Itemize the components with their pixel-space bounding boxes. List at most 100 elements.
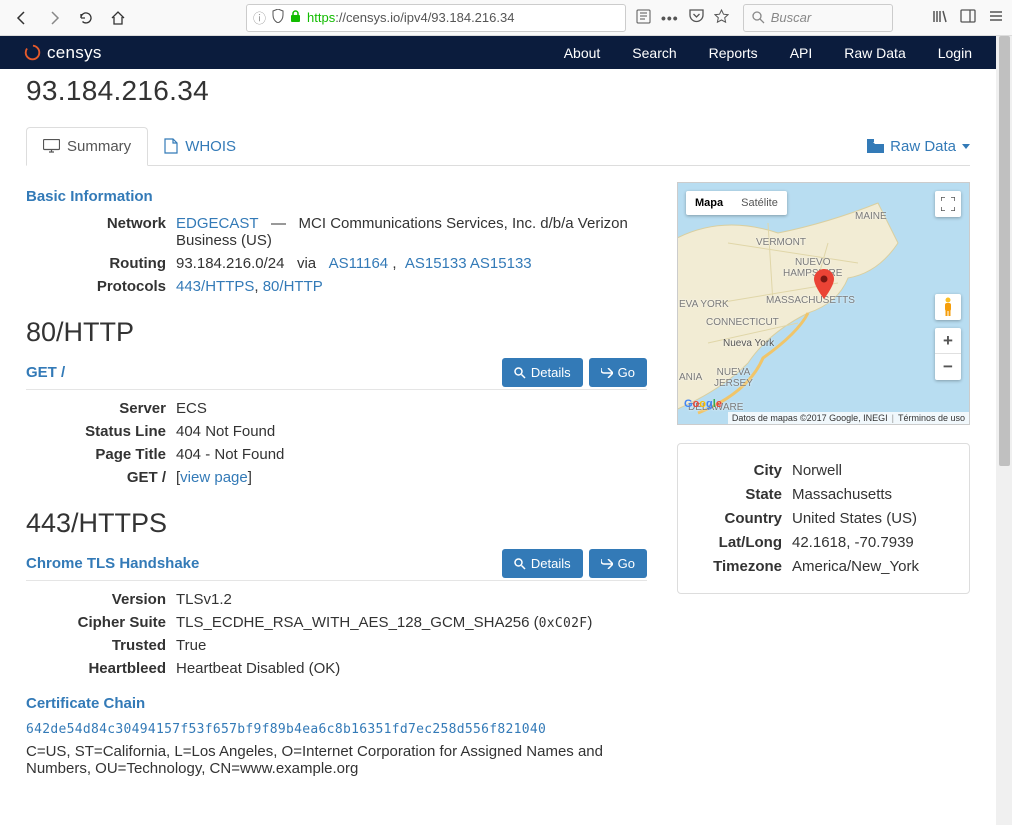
brand-icon: [24, 44, 41, 61]
nav-login[interactable]: Login: [938, 45, 972, 61]
reload-button[interactable]: [72, 4, 100, 32]
nav-about[interactable]: About: [564, 45, 601, 61]
as-link-1[interactable]: AS11164: [329, 255, 389, 272]
map-zoom-out[interactable]: −: [935, 354, 961, 380]
address-bar[interactable]: ⓘ https://censys.io/ipv4/93.184.216.34: [246, 4, 626, 32]
trusted-value: True: [176, 637, 647, 654]
http-heading: 80/HTTP: [26, 317, 647, 348]
arrow-icon: [601, 368, 613, 378]
map-pin-icon: [814, 269, 834, 302]
server-value: ECS: [176, 400, 647, 417]
back-button[interactable]: [8, 4, 36, 32]
state-value: Massachusetts: [792, 486, 955, 503]
raw-data-dropdown[interactable]: Raw Data: [867, 130, 970, 163]
search-placeholder: Buscar: [771, 10, 811, 25]
nav-reports[interactable]: Reports: [709, 45, 758, 61]
map-pegman[interactable]: [935, 294, 961, 320]
map-type-tabs[interactable]: MapaSatélite: [686, 191, 787, 215]
heartbleed-label: Heartbleed: [26, 660, 166, 677]
library-icon[interactable]: [932, 8, 948, 27]
cipher-value: TLS_ECDHE_RSA_WITH_AES_128_GCM_SHA256 (0…: [176, 614, 647, 631]
map-zoom-controls: + −: [935, 328, 961, 380]
cert-chain-title: Certificate Chain: [26, 695, 647, 712]
monitor-icon: [43, 139, 60, 154]
map-attribution: Datos de mapas ©2017 Google, INEGI|Térmi…: [728, 412, 969, 424]
version-label: Version: [26, 591, 166, 608]
http-go-button[interactable]: Go: [589, 358, 647, 387]
country-value: United States (US): [792, 510, 955, 527]
nav-api[interactable]: API: [790, 45, 813, 61]
search-icon: [514, 367, 526, 379]
search-icon: [514, 558, 526, 570]
timezone-label: Timezone: [692, 558, 782, 575]
tls-handshake-subhead[interactable]: Chrome TLS Handshake: [26, 555, 199, 572]
nav-rawdata[interactable]: Raw Data: [844, 45, 905, 61]
reader-icon[interactable]: [636, 9, 651, 27]
status-label: Status Line: [26, 423, 166, 440]
tab-whois[interactable]: WHOIS: [148, 128, 252, 165]
map-label: EVA YORK: [679, 299, 729, 310]
get-value: [view page]: [176, 469, 647, 486]
https-go-button[interactable]: Go: [589, 549, 647, 578]
forward-button[interactable]: [40, 4, 68, 32]
more-icon[interactable]: •••: [661, 10, 679, 26]
network-label: Network: [26, 215, 166, 249]
map-label: MAINE: [855, 211, 887, 222]
map-label: MASSACHUSETTS: [766, 295, 855, 306]
https-details-button[interactable]: Details: [502, 549, 583, 578]
map-zoom-in[interactable]: +: [935, 328, 961, 354]
country-label: Country: [692, 510, 782, 527]
proto-https-link[interactable]: 443/HTTPS: [176, 278, 254, 295]
map-fullscreen-button[interactable]: [935, 191, 961, 217]
pocket-icon[interactable]: [689, 9, 704, 26]
brand-text: censys: [47, 43, 102, 63]
home-button[interactable]: [104, 4, 132, 32]
city-label: City: [692, 462, 782, 479]
search-box[interactable]: Buscar: [743, 4, 893, 32]
get-label: GET /: [26, 469, 166, 486]
map-label: CONNECTICUT: [706, 317, 779, 328]
map-label: NUEVA JERSEY: [714, 367, 753, 389]
pagetitle-value: 404 - Not Found: [176, 446, 647, 463]
basic-info-title: Basic Information: [26, 188, 647, 205]
routing-value: 93.184.216.0/24 via AS11164 , AS15133 AS…: [176, 255, 647, 272]
protocols-value: 443/HTTPS, 80/HTTP: [176, 278, 647, 295]
map-tab-map[interactable]: Mapa: [686, 191, 732, 215]
trusted-label: Trusted: [26, 637, 166, 654]
brand[interactable]: censys: [24, 43, 102, 63]
folder-icon: [867, 139, 884, 153]
lock-icon[interactable]: [290, 10, 301, 26]
as-link-2[interactable]: AS15133 AS15133: [405, 255, 532, 272]
sidebar-icon[interactable]: [960, 8, 976, 27]
tab-summary-label: Summary: [67, 138, 131, 155]
latlong-value: 42.1618, -70.7939: [792, 534, 955, 551]
scrollbar-track[interactable]: [996, 36, 1012, 825]
network-link[interactable]: EDGECAST: [176, 215, 259, 232]
shield-icon[interactable]: [272, 9, 284, 26]
status-value: 404 Not Found: [176, 423, 647, 440]
latlong-label: Lat/Long: [692, 534, 782, 551]
raw-data-label: Raw Data: [890, 138, 956, 155]
map-label: ANIA: [679, 372, 702, 383]
view-page-link[interactable]: view page: [180, 469, 248, 486]
state-label: State: [692, 486, 782, 503]
nav-search[interactable]: Search: [632, 45, 676, 61]
map[interactable]: MAINE VERMONT NUEVO HAMPSHIRE MASSACHUSE…: [677, 182, 970, 425]
location-box: CityNorwell StateMassachusetts CountryUn…: [677, 443, 970, 594]
https-heading: 443/HTTPS: [26, 508, 647, 539]
menu-icon[interactable]: [988, 8, 1004, 27]
tab-summary[interactable]: Summary: [26, 127, 148, 166]
proto-http-link[interactable]: 80/HTTP: [263, 278, 323, 295]
protocols-label: Protocols: [26, 278, 166, 295]
info-icon[interactable]: ⓘ: [253, 8, 266, 27]
network-value: EDGECAST — MCI Communications Services, …: [176, 215, 647, 249]
bookmark-icon[interactable]: [714, 9, 729, 27]
scrollbar-thumb[interactable]: [999, 36, 1010, 466]
routing-label: Routing: [26, 255, 166, 272]
server-label: Server: [26, 400, 166, 417]
google-logo: Google: [684, 398, 722, 410]
http-get-subhead[interactable]: GET /: [26, 364, 65, 381]
map-tab-satellite[interactable]: Satélite: [732, 191, 787, 215]
http-details-button[interactable]: Details: [502, 358, 583, 387]
cert-hash-link[interactable]: 642de54d84c30494157f53f657bf9f89b4ea6c8b…: [26, 722, 546, 737]
